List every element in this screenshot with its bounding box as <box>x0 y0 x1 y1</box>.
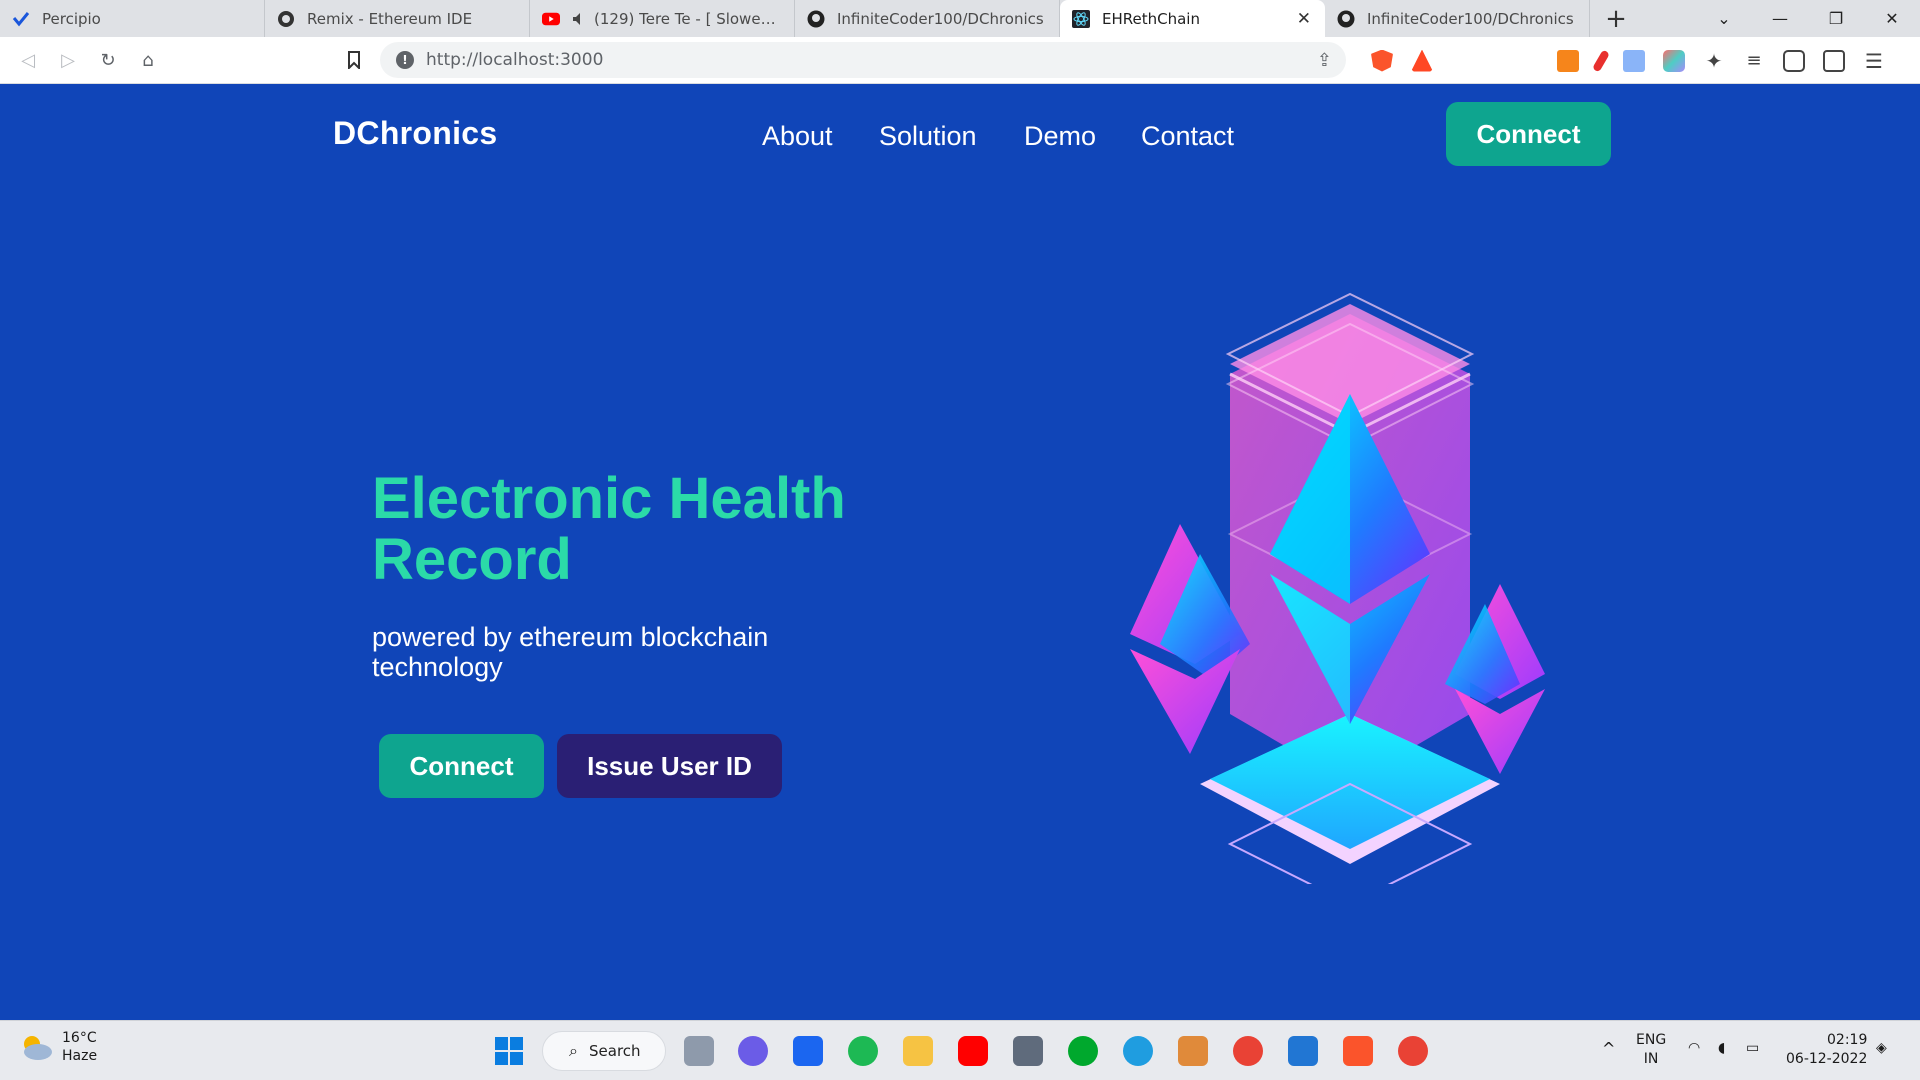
forward-icon[interactable]: ▷ <box>48 40 88 80</box>
nav-demo[interactable]: Demo <box>1024 121 1096 152</box>
tab-youtube[interactable]: (129) Tere Te - [ Slowed + Re <box>530 0 795 37</box>
github-icon <box>807 10 825 28</box>
restore-button[interactable]: ❐ <box>1808 0 1864 37</box>
brand-logo[interactable]: DChronics <box>333 115 498 152</box>
language-indicator[interactable]: ENG IN <box>1636 1031 1666 1069</box>
metamask-icon[interactable] <box>1557 49 1579 72</box>
tab-title: Percipio <box>42 9 101 28</box>
tab-search-chevron-icon[interactable]: ⌄ <box>1696 0 1752 37</box>
percipio-icon <box>12 10 30 28</box>
tool-extension-icon[interactable] <box>1623 49 1645 72</box>
site-info-icon[interactable]: ! <box>396 51 414 69</box>
nav-solution[interactable]: Solution <box>879 121 977 152</box>
tab-github-2[interactable]: InfiniteCoder100/DChronics <box>1325 0 1590 37</box>
tab-percipio[interactable]: Percipio <box>0 0 265 37</box>
system-clock[interactable]: 02:19 06-12-2022 <box>1786 1031 1867 1069</box>
weather-description: Haze <box>62 1048 98 1064</box>
address-toolbar: ◁ ▷ ↻ ⌂ ! http://localhost:3000 ⇪ ✦ ≡ ☰ <box>0 37 1920 84</box>
spotify-icon[interactable] <box>848 1036 878 1066</box>
tab-remix[interactable]: Remix - Ethereum IDE <box>265 0 530 37</box>
hero-connect-button[interactable]: Connect <box>379 734 544 798</box>
back-icon[interactable]: ◁ <box>8 40 48 80</box>
battery-icon[interactable]: ▭ <box>1746 1039 1759 1058</box>
brave-browser-icon[interactable] <box>1343 1036 1373 1066</box>
header-connect-button[interactable]: Connect <box>1446 102 1611 166</box>
close-window-button[interactable]: ✕ <box>1864 0 1920 37</box>
tab-ehrethchain[interactable]: EHRethChain ✕ <box>1060 0 1325 37</box>
tab-title: (129) Tere Te - [ Slowed + Re <box>594 9 780 28</box>
vscode-icon[interactable] <box>1288 1036 1318 1066</box>
pen-extension-icon[interactable] <box>1592 48 1610 73</box>
l-app-icon[interactable] <box>793 1036 823 1066</box>
edge-icon[interactable] <box>1123 1036 1153 1066</box>
task-view-icon[interactable] <box>684 1036 714 1066</box>
clock-time: 02:19 <box>1827 1032 1868 1048</box>
brave-rewards-icon[interactable] <box>1411 49 1433 72</box>
evernote-icon[interactable] <box>1068 1036 1098 1066</box>
tab-title: InfiniteCoder100/DChronics <box>837 9 1044 28</box>
address-field[interactable]: ! http://localhost:3000 ⇪ <box>380 42 1346 78</box>
close-tab-icon[interactable]: ✕ <box>1297 9 1311 29</box>
weather-cloud-icon <box>24 1036 52 1060</box>
clock-date: 06-12-2022 <box>1786 1051 1868 1067</box>
speaker-icon[interactable] <box>572 10 586 28</box>
nav-contact[interactable]: Contact <box>1141 121 1234 152</box>
windows-start-icon[interactable] <box>494 1036 524 1066</box>
tab-title: InfiniteCoder100/DChronics <box>1367 9 1574 28</box>
wifi-icon[interactable]: ◠ <box>1688 1039 1700 1058</box>
new-tab-button[interactable]: + <box>1590 0 1642 37</box>
media-queue-icon[interactable]: ≡ <box>1743 50 1765 72</box>
notification-icon[interactable]: ◈ <box>1876 1039 1887 1058</box>
url-text: http://localhost:3000 <box>426 50 604 70</box>
tray-chevron-icon[interactable]: ^ <box>1602 1039 1615 1058</box>
file-explorer-icon[interactable] <box>903 1036 933 1066</box>
hero-title: Electronic Health Record <box>372 466 846 592</box>
wallet-icon[interactable] <box>1823 49 1845 72</box>
package-app-icon[interactable] <box>1178 1036 1208 1066</box>
extensions-puzzle-icon[interactable]: ✦ <box>1703 50 1725 72</box>
language-top: ENG <box>1636 1032 1667 1048</box>
bookmark-icon[interactable] <box>334 40 374 80</box>
colorful-extension-icon[interactable] <box>1663 49 1685 72</box>
share-icon[interactable]: ⇪ <box>1317 50 1332 71</box>
search-icon: ⌕ <box>569 1041 578 1060</box>
chrome-icon[interactable] <box>1233 1036 1263 1066</box>
remix-icon <box>277 10 295 28</box>
web-page: DChronics About Solution Demo Contact Co… <box>0 84 1920 1020</box>
react-icon <box>1072 9 1090 28</box>
sidebar-toggle-icon[interactable] <box>1783 49 1805 72</box>
youtube-app-icon[interactable] <box>958 1036 988 1066</box>
brave-shields-icon[interactable] <box>1371 49 1393 72</box>
language-bottom: IN <box>1643 1051 1659 1067</box>
tab-title: Remix - Ethereum IDE <box>307 9 473 28</box>
issue-user-id-button[interactable]: Issue User ID <box>557 734 782 798</box>
youtube-icon <box>542 10 560 28</box>
github-icon <box>1337 10 1355 28</box>
minimize-button[interactable]: — <box>1752 0 1808 37</box>
browser-tabbar: Percipio Remix - Ethereum IDE (129) Tere… <box>0 0 1920 37</box>
hero-subtitle: powered by ethereum blockchain technolog… <box>372 622 769 682</box>
chrome-profile-icon[interactable] <box>1398 1036 1428 1066</box>
weather-widget[interactable]: 16°C Haze <box>20 1029 97 1065</box>
weather-temperature: 16°C <box>62 1030 97 1046</box>
taskbar-search[interactable]: ⌕ Search <box>542 1031 666 1071</box>
taskbar-search-label: Search <box>589 1042 641 1060</box>
tab-github-1[interactable]: InfiniteCoder100/DChronics <box>795 0 1060 37</box>
nav-about[interactable]: About <box>762 121 833 152</box>
reload-icon[interactable]: ↻ <box>88 40 128 80</box>
windows-taskbar: 16°C Haze ⌕ Search ^ ENG IN ◠ ◖ ▭ 02:19 … <box>0 1020 1920 1080</box>
ethereum-crystal-illustration <box>1130 292 1545 884</box>
volume-icon[interactable]: ◖ <box>1718 1039 1725 1058</box>
home-icon[interactable]: ⌂ <box>128 40 168 80</box>
tab-title: EHRethChain <box>1102 9 1200 28</box>
microsoft-store-icon[interactable] <box>1013 1036 1043 1066</box>
teams-chat-icon[interactable] <box>738 1036 768 1066</box>
menu-icon[interactable]: ☰ <box>1863 50 1885 72</box>
